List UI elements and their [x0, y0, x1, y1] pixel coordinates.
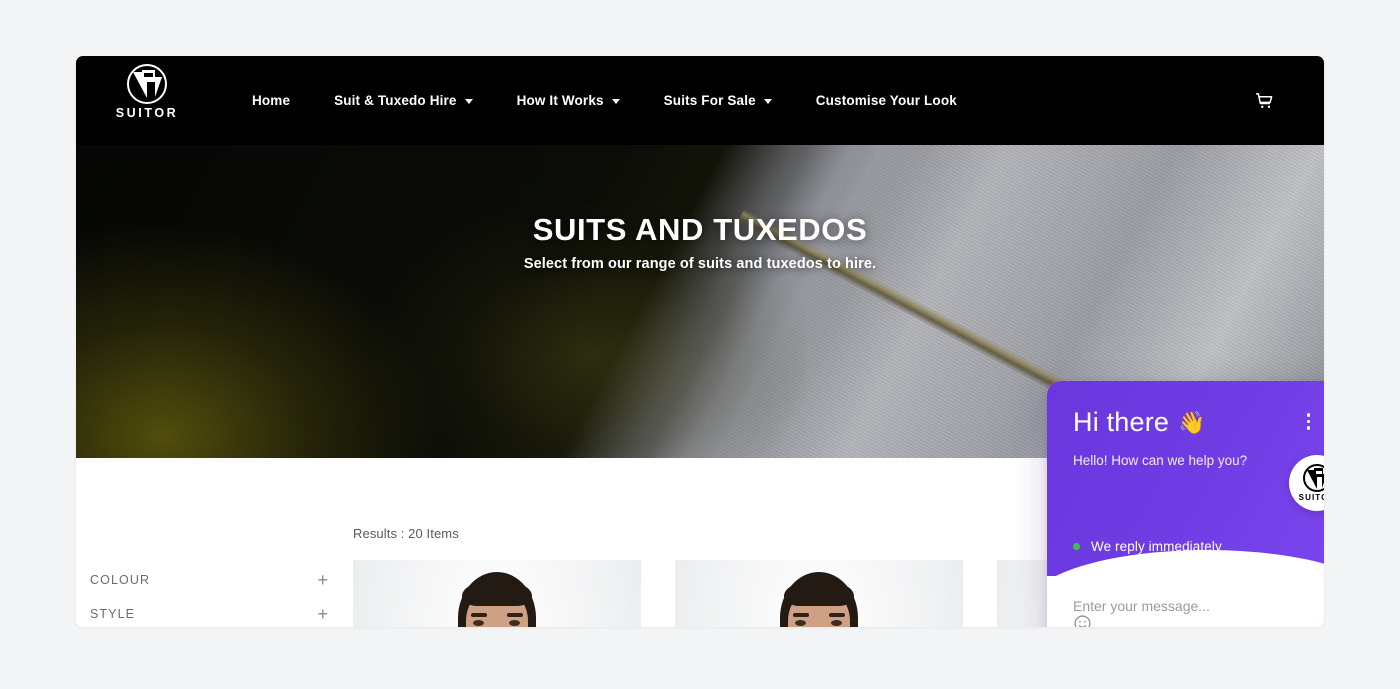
smiley-face-icon[interactable]: [1073, 615, 1092, 627]
product-card[interactable]: [675, 560, 963, 627]
waving-hand-icon: 👋: [1178, 409, 1206, 435]
status-badge: We reply immediately: [1073, 539, 1222, 554]
nav-item-label: Suit & Tuxedo Hire: [334, 93, 457, 108]
chat-greeting: Hi there 👋: [1073, 407, 1324, 438]
plus-icon[interactable]: +: [317, 605, 336, 623]
kebab-menu-icon[interactable]: [1306, 413, 1310, 430]
chevron-down-icon: [464, 99, 473, 104]
chat-widget-composer: [1047, 576, 1324, 627]
chat-message-input[interactable]: [1073, 598, 1288, 614]
nav-item-customise-your-look[interactable]: Customise Your Look: [816, 93, 957, 108]
brand-logo-link[interactable]: SUITOR: [100, 64, 194, 120]
avatar-label: SUITOR: [1298, 493, 1324, 502]
status-text: We reply immediately: [1091, 539, 1222, 554]
primary-nav: Home Suit & Tuxedo Hire How It Works Sui…: [252, 56, 957, 145]
product-image: [675, 560, 963, 627]
filter-label: STYLE: [90, 607, 136, 621]
results-count: Results : 20 Items: [353, 526, 459, 541]
brand-name: SUITOR: [115, 106, 179, 120]
status-dot-icon: [1073, 543, 1080, 550]
shopping-cart-icon[interactable]: [1255, 91, 1274, 110]
filter-sidebar: COLOUR + STYLE +: [90, 563, 336, 627]
hero-copy: SUITS AND TUXEDOS Select from our range …: [76, 212, 1324, 272]
nav-item-suit-and-tuxedo-hire[interactable]: Suit & Tuxedo Hire: [334, 93, 473, 108]
suitor-tuxedo-logo-icon: [127, 64, 167, 104]
chevron-down-icon: [611, 99, 620, 104]
avatar: SUITOR: [1289, 455, 1324, 511]
nav-item-label: Customise Your Look: [815, 93, 957, 108]
browser-page: SUITOR Home Suit & Tuxedo Hire How It Wo…: [76, 56, 1324, 627]
plus-icon[interactable]: +: [317, 571, 336, 589]
suitor-tuxedo-logo-icon: [1303, 464, 1324, 492]
chevron-down-icon: [763, 99, 772, 104]
chat-widget-header: Hi there 👋 Hello! How can we help you? S…: [1047, 381, 1325, 606]
nav-item-how-it-works[interactable]: How It Works: [517, 93, 620, 108]
filter-style[interactable]: STYLE +: [90, 597, 336, 627]
nav-item-label: Suits For Sale: [663, 93, 756, 108]
chat-greeting-text: Hi there: [1073, 407, 1170, 437]
filter-label: COLOUR: [90, 573, 151, 587]
nav-item-home[interactable]: Home: [252, 93, 290, 108]
product-card[interactable]: [353, 560, 641, 627]
top-navigation-bar: SUITOR Home Suit & Tuxedo Hire How It Wo…: [76, 56, 1324, 145]
nav-item-label: Home: [252, 93, 291, 108]
nav-item-label: How It Works: [516, 93, 604, 108]
chat-widget: Hi there 👋 Hello! How can we help you? S…: [1047, 381, 1324, 627]
chat-widget-controls: [1306, 413, 1325, 430]
filter-colour[interactable]: COLOUR +: [90, 563, 336, 597]
page-subtitle: Select from our range of suits and tuxed…: [523, 256, 877, 272]
nav-item-suits-for-sale[interactable]: Suits For Sale: [664, 93, 772, 108]
chat-intro-message: Hello! How can we help you?: [1073, 453, 1248, 468]
page-title: SUITS AND TUXEDOS: [532, 212, 868, 247]
product-image: [353, 560, 641, 627]
